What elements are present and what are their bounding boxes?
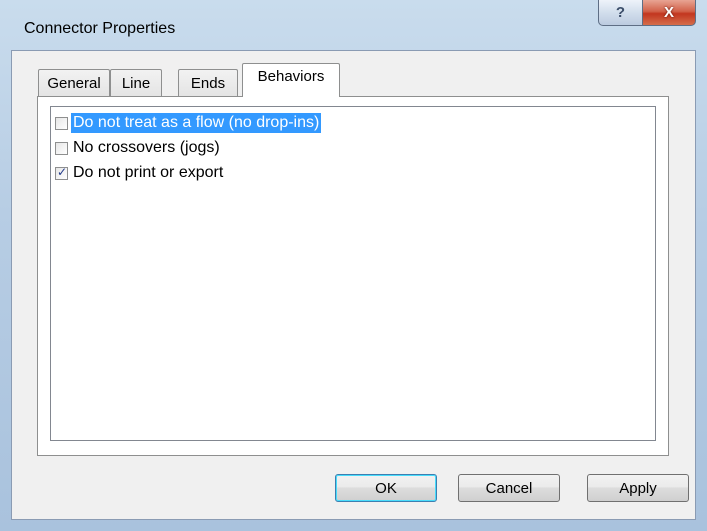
list-item[interactable]: Do not print or export: [55, 162, 225, 184]
option-label: Do not print or export: [73, 164, 224, 181]
cancel-button[interactable]: Cancel: [458, 474, 560, 502]
behaviors-checklist[interactable]: Do not treat as a flow (no drop-ins) No …: [50, 106, 656, 441]
tab-line[interactable]: Line: [110, 69, 162, 98]
tab-ends[interactable]: Ends: [178, 69, 238, 98]
title-bar[interactable]: Connector Properties ? X: [0, 0, 707, 50]
list-item[interactable]: No crossovers (jogs): [55, 137, 222, 159]
dialog-client-area: General Line Ends Behaviors Do not treat…: [11, 50, 696, 520]
help-icon: ?: [615, 4, 626, 21]
checkbox-no-flow[interactable]: [55, 116, 68, 130]
tab-general-label: General: [47, 75, 101, 92]
dialog-window: Connector Properties ? X General Line En…: [0, 0, 707, 531]
ok-button[interactable]: OK: [335, 474, 437, 502]
behaviors-tab-panel: Do not treat as a flow (no drop-ins) No …: [37, 96, 669, 456]
tab-behaviors-label: Behaviors: [257, 68, 325, 85]
tab-ends-label: Ends: [190, 75, 226, 92]
help-button[interactable]: ?: [598, 0, 643, 26]
list-item[interactable]: Do not treat as a flow (no drop-ins): [55, 112, 322, 134]
checkbox-no-print[interactable]: [55, 165, 68, 180]
window-title: Connector Properties: [24, 20, 176, 37]
close-button[interactable]: X: [642, 0, 696, 26]
checkbox-no-crossovers[interactable]: [55, 141, 68, 155]
tab-line-label: Line: [121, 75, 151, 92]
option-label: Do not treat as a flow (no drop-ins): [71, 113, 322, 133]
tab-general[interactable]: General: [38, 69, 110, 98]
apply-button[interactable]: Apply: [587, 474, 689, 502]
close-icon: X: [663, 4, 674, 21]
option-label: No crossovers (jogs): [73, 139, 220, 156]
tab-behaviors[interactable]: Behaviors: [242, 63, 340, 97]
